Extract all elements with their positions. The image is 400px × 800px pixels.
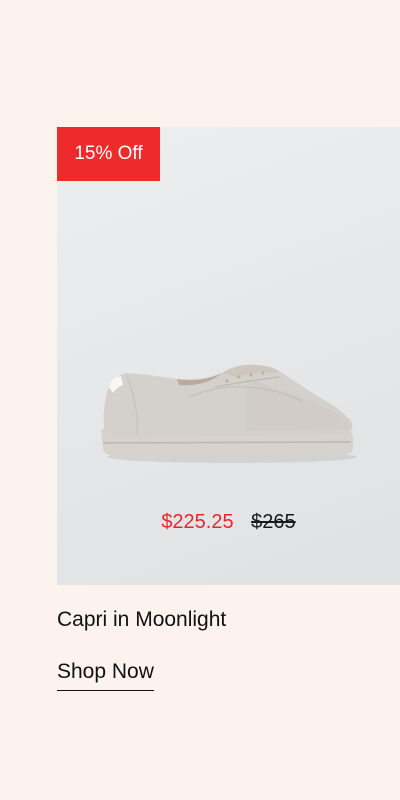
product-card[interactable]: 15% Off $225.25 $265 — [57, 127, 400, 585]
original-price: $265 — [251, 511, 296, 533]
discount-badge: 15% Off — [57, 127, 160, 181]
sneaker-image[interactable] — [97, 357, 359, 469]
product-name[interactable]: Capri in Moonlight — [57, 608, 226, 632]
sale-price: $225.25 — [161, 511, 234, 533]
price-row: $225.25 $265 — [57, 511, 400, 534]
shop-now-link[interactable]: Shop Now — [57, 660, 154, 691]
